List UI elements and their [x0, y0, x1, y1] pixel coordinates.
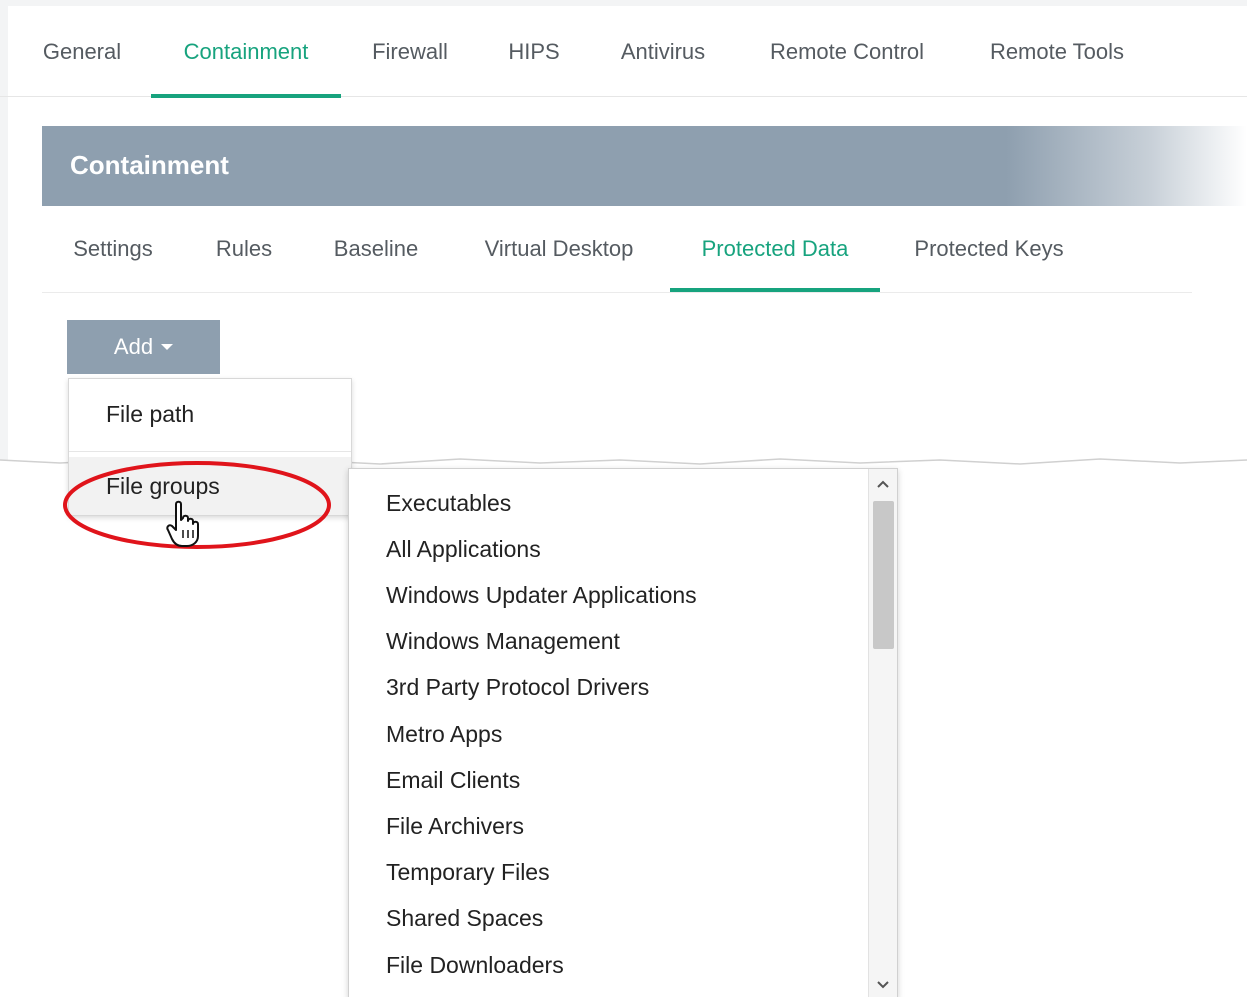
add-button[interactable]: Add [67, 320, 220, 374]
tab-antivirus[interactable]: Antivirus [605, 8, 721, 96]
menu-divider [69, 451, 351, 452]
submenu-item-all-applications[interactable]: All Applications [386, 529, 541, 569]
section-header: Containment [42, 126, 1247, 206]
chevron-down-icon[interactable] [869, 972, 897, 997]
submenu-item-temporary-files[interactable]: Temporary Files [386, 852, 550, 892]
submenu-item-shared-spaces[interactable]: Shared Spaces [386, 898, 543, 938]
hand-cursor-icon [166, 500, 199, 547]
file-groups-submenu: Executables All Applications Windows Upd… [348, 468, 898, 997]
section-title: Containment [70, 150, 229, 180]
tab-containment[interactable]: Containment [151, 8, 341, 98]
tab-remote-tools[interactable]: Remote Tools [972, 8, 1142, 96]
submenu-item-3rd-party-protocol-drivers[interactable]: 3rd Party Protocol Drivers [386, 667, 649, 707]
submenu-item-file-archivers[interactable]: File Archivers [386, 806, 524, 846]
chevron-up-icon[interactable] [869, 471, 897, 497]
submenu-scrollbar[interactable] [868, 469, 897, 997]
subtab-protected-data[interactable]: Protected Data [670, 208, 880, 292]
menu-item-file-path[interactable]: File path [69, 379, 351, 449]
tab-general[interactable]: General [28, 8, 136, 96]
submenu-item-windows-management[interactable]: Windows Management [386, 621, 620, 661]
subtab-virtual-desktop[interactable]: Virtual Desktop [464, 208, 654, 290]
caret-down-icon [161, 344, 174, 350]
tab-firewall[interactable]: Firewall [358, 8, 462, 96]
subtab-protected-keys[interactable]: Protected Keys [900, 208, 1078, 290]
tab-hips[interactable]: HIPS [492, 8, 576, 96]
subtab-rules[interactable]: Rules [202, 208, 286, 290]
submenu-item-windows-updater-applications[interactable]: Windows Updater Applications [386, 575, 697, 615]
add-button-label: Add [113, 334, 154, 359]
subtab-settings[interactable]: Settings [56, 208, 170, 290]
scroll-thumb[interactable] [873, 501, 894, 649]
submenu-item-executables[interactable]: Executables [386, 483, 511, 523]
subtab-baseline[interactable]: Baseline [318, 208, 434, 290]
top-tab-bar: General Containment Firewall HIPS Antivi… [0, 8, 1247, 98]
submenu-item-file-downloaders[interactable]: File Downloaders [386, 945, 564, 985]
tab-remote-control[interactable]: Remote Control [752, 8, 942, 96]
submenu-item-metro-apps[interactable]: Metro Apps [386, 714, 502, 754]
sub-tab-bar: Settings Rules Baseline Virtual Desktop … [42, 208, 1192, 293]
submenu-item-email-clients[interactable]: Email Clients [386, 760, 520, 800]
page: General Containment Firewall HIPS Antivi… [0, 0, 1247, 997]
